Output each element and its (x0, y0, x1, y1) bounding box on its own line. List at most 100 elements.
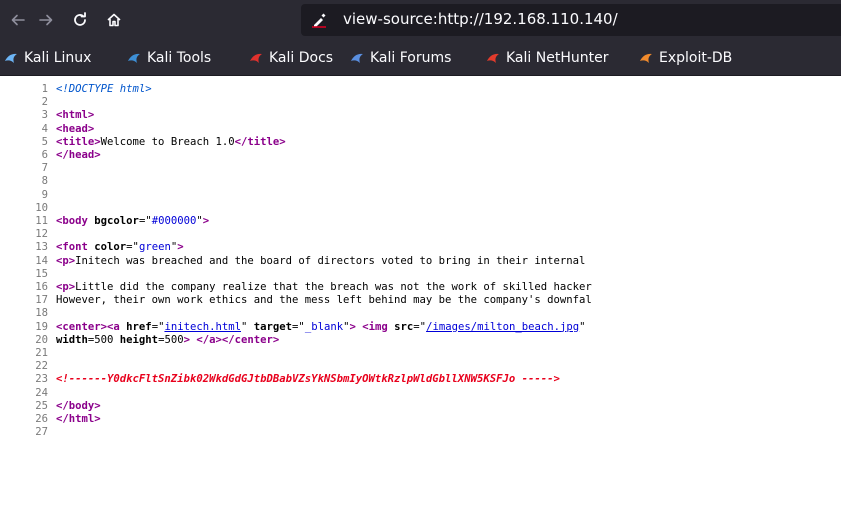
address-bar[interactable]: view-source:http://192.168.110.140/ (301, 4, 841, 36)
line-number: 9 (41, 188, 48, 201)
kali-tools-icon (128, 53, 140, 63)
line-number: 6 (41, 149, 48, 161)
line-number: 22 (35, 360, 48, 373)
text-content: " (579, 320, 586, 333)
html-tag: </title> (234, 135, 286, 148)
text-content: =" (151, 320, 165, 333)
bookmark-label: Kali NetHunter (506, 50, 609, 66)
bookmark-kali-forums[interactable]: Kali Forums (349, 49, 451, 67)
line-number: 14 (35, 254, 48, 267)
bookmark-exploit-db[interactable]: Exploit-DB (638, 49, 732, 67)
url-text: view-source:http://192.168.110.140/ (343, 10, 618, 28)
forward-button[interactable] (30, 4, 62, 36)
html-tag: <font (56, 241, 95, 254)
line-number: 12 (35, 228, 48, 241)
text-content: " (241, 320, 254, 333)
line-code: <!DOCTYPE html> (56, 84, 152, 95)
line-code: However, their own work ethics and the m… (56, 295, 592, 306)
source-link[interactable]: initech.html (164, 321, 241, 333)
html-tag: </html> (56, 413, 101, 425)
line-number: 5 (41, 135, 48, 148)
attribute-value: #000000 (151, 215, 197, 227)
kali-dragon-icon (5, 53, 17, 63)
bookmark-label: Kali Forums (370, 50, 452, 66)
line-number: 3 (41, 109, 48, 122)
line-code: </head> (56, 150, 101, 161)
html-tag: </head> (56, 149, 101, 161)
reload-icon (74, 12, 86, 26)
line-number: 24 (35, 386, 48, 399)
doctype: <!DOCTYPE html> (56, 83, 152, 95)
line-number: 18 (35, 307, 48, 320)
line-code: width=500 height=500> </a></center> (56, 333, 279, 346)
text-content: Little did the company realize that the … (75, 281, 592, 293)
line-code: <!------Y0dkcFltSnZibk02WkdGdGJtbDBabVZs… (56, 374, 560, 385)
line-number: 2 (41, 96, 48, 109)
line-code: <center><a href="initech.html" target="_… (56, 320, 586, 333)
line-number: 13 (35, 241, 48, 254)
bookmark-label: Kali Docs (269, 50, 334, 66)
line-number: 19 (35, 320, 48, 333)
line-number: 8 (41, 175, 48, 188)
html-tag: <body (56, 215, 95, 227)
line-code: <html> (56, 110, 94, 121)
line-code: <p>Little did the company realize that t… (56, 282, 592, 293)
html-tag: <p> (56, 281, 76, 293)
line-code: </html> (56, 414, 101, 425)
html-tag: <html> (56, 109, 95, 122)
line-number: 10 (35, 201, 48, 214)
attribute-name: href (126, 320, 152, 333)
view-source-content: 1 <!DOCTYPE html> 2 3 <html> 4 <head> 5 <title>W… (0, 76, 841, 515)
line-number: 17 (35, 294, 48, 307)
nethunter-icon (487, 53, 499, 63)
source-link[interactable]: /images/milton_beach.jpg (426, 321, 579, 333)
line-code: <head> (56, 123, 94, 135)
line-number: 15 (35, 267, 48, 280)
text-content: =" (138, 215, 152, 227)
text-content: Welcome to Breach 1.0 (100, 135, 235, 148)
bookmark-kali-linux[interactable]: Kali Linux (3, 49, 91, 67)
text-content: =500 (158, 333, 184, 346)
text-content: =500 (87, 333, 120, 346)
line-code: <p>Initech was breached and the board of… (56, 254, 585, 267)
line-code: <font color="green"> (56, 242, 184, 253)
home-button[interactable] (98, 4, 130, 36)
text-content: However, their own work ethics and the m… (56, 294, 592, 307)
line-number: 23 (35, 373, 48, 386)
html-tag: <p> (56, 254, 76, 267)
line-code: </body> (56, 400, 101, 412)
view-source-page-icon (312, 13, 326, 28)
attribute-name: bgcolor (94, 215, 139, 227)
exploit-db-icon (640, 53, 652, 63)
line-number: 16 (35, 281, 48, 293)
line-number: 26 (35, 413, 48, 425)
attribute-name: height (119, 333, 159, 346)
attribute-value: green (138, 241, 171, 254)
reload-button[interactable] (64, 4, 96, 36)
line-code: <title>Welcome to Breach 1.0</title> (56, 135, 286, 148)
html-tag: <center><a (56, 320, 127, 333)
text-content: =" (126, 241, 139, 254)
line-number: 20 (35, 333, 48, 346)
bookmarks-toolbar: Kali Linux Kali Tools Kali Docs Kali Forums… (0, 40, 841, 76)
bookmark-kali-tools[interactable]: Kali Tools (126, 49, 211, 67)
html-comment: <!------Y0dkcFltSnZibk02WkdGdGJtbDBabVZs… (56, 373, 560, 386)
attribute-name: target (253, 320, 293, 333)
back-arrow-icon (11, 14, 25, 26)
home-icon (107, 13, 121, 27)
line-number: 27 (35, 426, 48, 439)
attribute-name: width (56, 333, 88, 346)
line-number: 4 (41, 122, 48, 135)
line-number: 1 (41, 83, 48, 95)
attribute-name: color (94, 241, 127, 254)
attribute-value: _blank (304, 320, 344, 333)
line-number: 11 (35, 215, 48, 227)
html-tag: > (177, 241, 184, 254)
bookmark-label: Exploit-DB (659, 50, 733, 66)
bookmark-kali-docs[interactable]: Kali Docs (248, 49, 333, 67)
bookmark-kali-nethunter[interactable]: Kali NetHunter (485, 49, 608, 67)
kali-forums-icon (351, 53, 363, 63)
text-content: =" (413, 320, 427, 333)
line-number: 25 (35, 399, 48, 412)
html-tag: <img (362, 320, 395, 333)
